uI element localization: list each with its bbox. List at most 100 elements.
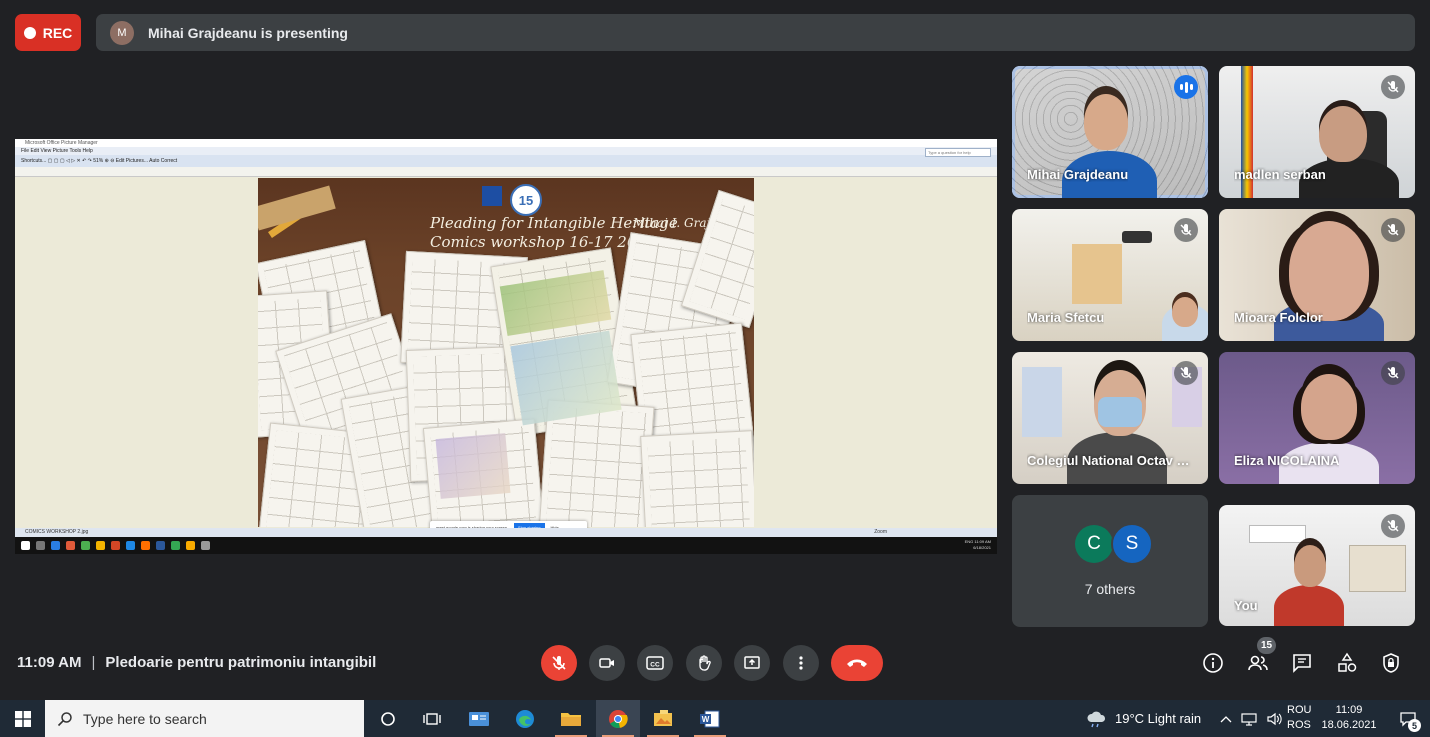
chat-button[interactable] bbox=[1290, 651, 1314, 675]
participant-face bbox=[1301, 374, 1357, 440]
participant-tile[interactable]: Maria Sfetcu bbox=[1012, 209, 1208, 341]
self-tile[interactable]: You bbox=[1219, 505, 1415, 626]
mic-off-icon bbox=[552, 656, 566, 670]
camera-icon bbox=[599, 658, 614, 668]
mic-toggle-button[interactable] bbox=[541, 645, 577, 681]
shared-edge-icon bbox=[51, 541, 60, 550]
muted-mic-icon bbox=[1174, 361, 1198, 385]
task-view-button[interactable] bbox=[410, 700, 454, 737]
face-mask bbox=[1098, 397, 1142, 427]
watercolor-panel bbox=[510, 330, 622, 426]
taskbar-app-picture-manager[interactable] bbox=[641, 700, 685, 737]
recording-indicator[interactable]: REC bbox=[15, 14, 81, 51]
windows-start-button[interactable] bbox=[0, 700, 45, 737]
raise-hand-button[interactable] bbox=[686, 645, 722, 681]
air-conditioner bbox=[1249, 525, 1306, 543]
self-face bbox=[1294, 545, 1326, 587]
meeting-time: 11:09 AM bbox=[17, 654, 82, 671]
shared-zoom-label: Zoom bbox=[874, 529, 887, 535]
hand-icon bbox=[699, 655, 711, 671]
taskbar-app-word[interactable]: W bbox=[688, 700, 732, 737]
shared-search-icon bbox=[36, 541, 45, 550]
network-icon bbox=[1241, 712, 1257, 726]
taskbar-app-edge[interactable] bbox=[503, 700, 547, 737]
participant-face bbox=[1319, 106, 1367, 162]
taskbar-app-chrome[interactable] bbox=[596, 700, 640, 737]
meeting-info: 11:09 AM | Pledoarie pentru patrimoniu i… bbox=[17, 654, 376, 671]
self-name: You bbox=[1234, 598, 1258, 613]
participant-tile[interactable]: Colegiul National Octav O... bbox=[1012, 352, 1208, 484]
present-screen-button[interactable] bbox=[734, 645, 770, 681]
chat-icon bbox=[1293, 654, 1311, 673]
weather-widget[interactable]: 19°C Light rain bbox=[1086, 700, 1201, 737]
other-participant-avatar: S bbox=[1111, 523, 1153, 565]
windows-logo-icon bbox=[14, 710, 31, 727]
captions-button[interactable]: CC bbox=[637, 645, 673, 681]
camera-toggle-button[interactable] bbox=[589, 645, 625, 681]
windows-search-box[interactable]: Type here to search bbox=[45, 700, 364, 737]
cortana-icon bbox=[381, 711, 395, 726]
more-options-button[interactable] bbox=[783, 645, 819, 681]
shared-clock: 11:09 AM bbox=[974, 539, 991, 544]
volume-icon bbox=[1267, 712, 1282, 725]
shared-file-name: COMICS WORKSHOP 2.jpg bbox=[25, 529, 89, 535]
closed-captions-icon: CC bbox=[646, 656, 664, 670]
wall-poster bbox=[1349, 545, 1406, 592]
participant-tile[interactable]: Eliza NICOLAINA bbox=[1219, 352, 1415, 484]
shared-start-icon bbox=[21, 541, 30, 550]
chrome-icon bbox=[609, 709, 628, 728]
activities-button[interactable] bbox=[1335, 651, 1359, 675]
people-button[interactable] bbox=[1246, 651, 1270, 675]
shared-menu-bar: File Edit View Picture Tools Help bbox=[15, 147, 997, 155]
notification-center-button[interactable]: 5 bbox=[1390, 700, 1426, 737]
others-tile[interactable]: C S 7 others bbox=[1012, 495, 1208, 627]
news-app-icon bbox=[469, 711, 489, 726]
host-controls-button[interactable] bbox=[1379, 651, 1403, 675]
more-vert-icon bbox=[799, 656, 803, 670]
info-icon bbox=[1203, 653, 1223, 673]
taskbar-clock[interactable]: 11:09 18.06.2021 bbox=[1318, 703, 1380, 733]
system-tray-icons[interactable] bbox=[1220, 700, 1282, 737]
muted-mic-icon bbox=[1381, 75, 1405, 99]
muted-mic-icon bbox=[1381, 218, 1405, 242]
participant-tile[interactable]: Mihai Grajdeanu bbox=[1012, 66, 1208, 198]
shared-toolbar-2 bbox=[15, 167, 997, 177]
taskbar-app-news[interactable] bbox=[457, 700, 501, 737]
shared-help-box: Type a question for help bbox=[925, 148, 991, 157]
muted-mic-icon bbox=[1381, 514, 1405, 538]
watercolor-panel bbox=[435, 433, 511, 499]
muted-mic-icon bbox=[1381, 361, 1405, 385]
shared-app-icon bbox=[96, 541, 105, 550]
participant-name: Eliza NICOLAINA bbox=[1234, 453, 1340, 468]
shared-app-icon bbox=[126, 541, 135, 550]
shared-taskbar-clock: ENG 11:09 AM 6/18/2021 bbox=[965, 539, 991, 551]
input-language-indicator[interactable]: ROU ROS bbox=[1287, 703, 1311, 733]
meeting-details-button[interactable] bbox=[1201, 651, 1225, 675]
cortana-button[interactable] bbox=[366, 700, 410, 737]
keyboard-layout: ROS bbox=[1287, 719, 1311, 731]
participant-name: Maria Sfetcu bbox=[1027, 310, 1105, 325]
rain-cloud-icon bbox=[1087, 711, 1106, 727]
shared-status-bar: COMICS WORKSHOP 2.jpg Zoom bbox=[15, 528, 997, 537]
presenting-text: Mihai Grajdeanu is presenting bbox=[148, 24, 348, 41]
comic-page bbox=[640, 430, 754, 527]
others-count-label: 7 others bbox=[1084, 581, 1136, 597]
clock-date: 18.06.2021 bbox=[1321, 719, 1377, 731]
shared-taskbar: ENG 11:09 AM 6/18/2021 bbox=[15, 537, 997, 554]
meeting-info-separator: | bbox=[91, 654, 96, 671]
participant-tile[interactable]: madlen serban bbox=[1219, 66, 1415, 198]
taskbar-app-file-explorer[interactable] bbox=[549, 700, 593, 737]
leave-call-button[interactable] bbox=[831, 645, 883, 681]
shared-app-icon bbox=[141, 541, 150, 550]
language-code: ROU bbox=[1287, 704, 1312, 716]
picture-manager-icon bbox=[654, 709, 672, 726]
record-dot-icon bbox=[23, 26, 36, 39]
shared-screen[interactable]: Microsoft Office Picture Manager File Ed… bbox=[15, 139, 997, 554]
shared-app-icon bbox=[111, 541, 120, 550]
participant-face bbox=[1289, 221, 1369, 321]
shield-lock-icon bbox=[1383, 653, 1399, 673]
svg-text:W: W bbox=[702, 715, 710, 724]
search-icon bbox=[57, 711, 72, 726]
participant-tile[interactable]: Mioara Folclor bbox=[1219, 209, 1415, 341]
clock-time: 11:09 bbox=[1335, 704, 1363, 716]
